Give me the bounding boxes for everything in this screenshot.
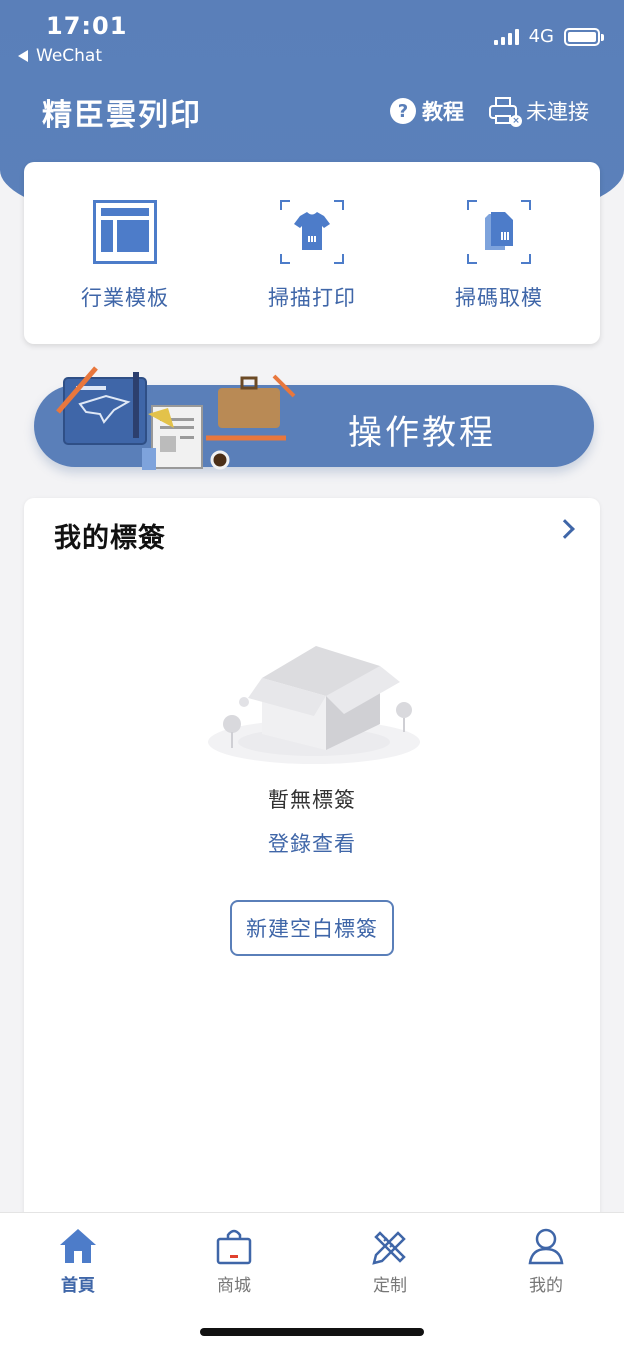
question-icon: ?: [390, 98, 416, 124]
quick-action-industry-templates[interactable]: 行業模板: [40, 200, 210, 312]
empty-labels-text: 暫無標簽: [268, 788, 356, 812]
tutorial-label: 教程: [422, 100, 464, 124]
chevron-right-icon[interactable]: [555, 519, 575, 539]
tab-customize[interactable]: 定制: [340, 1227, 440, 1296]
quick-actions-card: 行業模板 掃描打印 掃碼取模: [24, 162, 600, 344]
quick-action-label: 行業模板: [81, 286, 169, 310]
tab-store[interactable]: 商城: [184, 1227, 284, 1296]
tab-label: 商城: [217, 1276, 251, 1296]
signal-icon: [493, 28, 519, 45]
quick-action-scan-print[interactable]: 掃描打印: [227, 200, 397, 312]
tab-label: 我的: [529, 1276, 563, 1296]
new-blank-label-button[interactable]: 新建空白標簽: [230, 900, 394, 956]
tab-label: 定制: [373, 1276, 407, 1296]
empty-box-icon: [204, 638, 424, 768]
back-to-wechat[interactable]: WeChat: [18, 46, 102, 66]
status-indicators: 4G: [493, 26, 604, 47]
my-labels-card: 我的標簽 暫無標簽 登錄查看 新建空白標簽: [24, 498, 600, 1238]
my-labels-title: 我的標簽: [54, 523, 166, 554]
home-indicator[interactable]: [200, 1328, 424, 1336]
quick-action-label: 掃描打印: [268, 286, 356, 310]
back-app-label: WeChat: [36, 46, 102, 66]
pencil-ruler-icon: [370, 1227, 410, 1265]
battery-icon: [564, 27, 604, 46]
shopping-bag-icon: [214, 1227, 254, 1265]
tshirt-scan-icon: [280, 200, 344, 264]
printer-icon: ×: [488, 97, 522, 127]
banner-illustration: [56, 366, 296, 476]
login-to-view-link[interactable]: 登錄查看: [24, 828, 600, 858]
home-icon: [58, 1227, 98, 1265]
quick-action-label: 掃碼取模: [455, 286, 543, 310]
tab-mine[interactable]: 我的: [496, 1227, 596, 1296]
tutorial-button[interactable]: ? 教程: [390, 96, 464, 126]
tab-home[interactable]: 首頁: [28, 1227, 128, 1296]
tab-label: 首頁: [61, 1276, 95, 1296]
printer-connection-button[interactable]: × 未連接: [488, 96, 589, 127]
document-scan-icon: [467, 200, 531, 264]
status-bar: 17:01 WeChat 4G: [0, 0, 624, 80]
template-icon: [93, 200, 157, 264]
app-title: 精臣雲列印: [42, 98, 202, 133]
back-arrow-icon: [18, 50, 28, 62]
printer-status: 未連接: [526, 100, 589, 124]
quick-action-scan-template[interactable]: 掃碼取模: [414, 200, 584, 312]
network-type: 4G: [528, 26, 554, 47]
tutorial-banner-text: 操作教程: [348, 413, 496, 453]
status-time: 17:01: [46, 12, 128, 40]
user-icon: [526, 1227, 566, 1265]
app-nav-bar: 精臣雲列印 ? 教程 × 未連接: [0, 84, 624, 138]
